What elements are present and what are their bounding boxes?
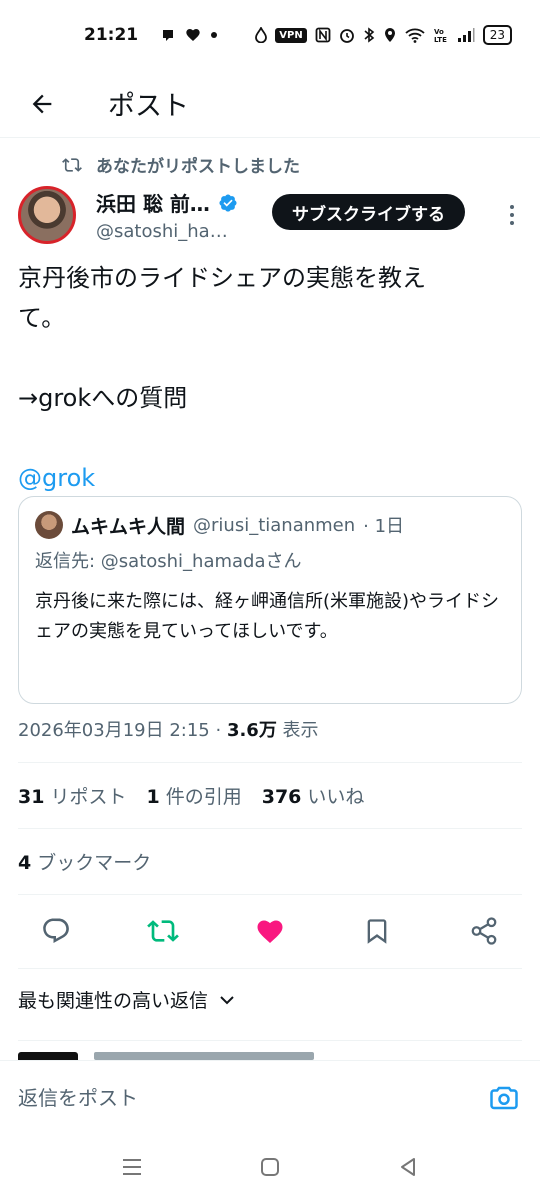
more-options-icon[interactable] [502, 200, 522, 230]
share-button[interactable] [464, 911, 504, 951]
post-line [18, 338, 518, 378]
menu-icon [123, 1159, 141, 1175]
reply-composer [0, 1060, 540, 1134]
back-button[interactable] [0, 70, 84, 138]
next-reply-header [94, 1052, 314, 1060]
repost-button[interactable] [143, 911, 183, 951]
location-icon [383, 27, 397, 43]
reply-sort-dropdown[interactable]: 最も関連性の高い返信 [18, 986, 236, 1013]
camera-icon [490, 1086, 518, 1109]
bookmark-icon [367, 919, 387, 944]
quoted-post[interactable]: ムキムキ人間 @riusi_tiananmen · 1日 返信先: @satos… [18, 496, 522, 704]
author-name[interactable]: 浜田 聡 前… [96, 188, 210, 217]
nfc-icon [315, 27, 331, 43]
home-square-icon [261, 1158, 279, 1176]
post-line: 京丹後市のライドシェアの実態を教え [18, 264, 426, 292]
status-bar: 21:21 VPN Vo LTE 23 [0, 0, 540, 70]
author-row: 浜田 聡 前… @satoshi_ha… サブスクライブする [18, 186, 524, 246]
quote-count[interactable]: 1 件の引用 [146, 782, 241, 809]
author-names[interactable]: 浜田 聡 前… @satoshi_ha… [96, 188, 238, 242]
wifi-icon [405, 27, 425, 43]
dot-icon [210, 31, 218, 39]
verified-badge-icon [219, 193, 237, 212]
drop-icon [255, 27, 268, 43]
reply-sort-label: 最も関連性の高い返信 [18, 990, 209, 1012]
repost-active-icon [147, 920, 179, 942]
system-nav-bar [0, 1134, 540, 1200]
post-line: て。 [18, 304, 66, 332]
author-handle[interactable]: @satoshi_ha… [96, 221, 238, 242]
action-bar [18, 906, 522, 956]
home-button[interactable] [255, 1152, 285, 1182]
engagement-stats: 31 リポスト 1 件の引用 376 いいね [18, 782, 364, 809]
system-back-button[interactable] [393, 1152, 423, 1182]
status-system-icons: VPN Vo LTE 23 [255, 25, 512, 45]
reply-button[interactable] [36, 911, 76, 951]
page-title: ポスト [108, 91, 189, 122]
repost-icon [62, 157, 82, 172]
share-icon [471, 917, 497, 945]
reply-icon [43, 918, 69, 943]
post-line: →grokへの質問 [18, 384, 188, 412]
repost-count[interactable]: 31 リポスト [18, 782, 126, 809]
post-line [18, 418, 518, 458]
status-notification-icons [160, 27, 255, 43]
notification-icon [160, 27, 176, 43]
post-meta: 2026年03月19日 2:15 · 3.6万 表示 [18, 716, 319, 742]
app-header: ポスト [0, 70, 540, 138]
back-triangle-icon [401, 1158, 415, 1176]
repost-context: あなたがリポストしました [62, 152, 300, 177]
mention-link[interactable]: @grok [18, 464, 95, 492]
divider [18, 828, 522, 829]
camera-button[interactable] [486, 1080, 522, 1116]
quoted-author-avatar [35, 511, 63, 539]
divider [18, 894, 522, 895]
bluetooth-icon [363, 27, 375, 43]
view-count[interactable]: 3.6万 [227, 720, 277, 741]
heart-icon [185, 27, 201, 43]
bookmark-button[interactable] [357, 911, 397, 951]
divider [18, 1040, 522, 1041]
svg-text:LTE: LTE [434, 36, 447, 43]
post-datetime: 2026年03月19日 2:15 · [18, 720, 227, 741]
view-label: 表示 [276, 720, 319, 741]
author-avatar[interactable] [18, 186, 76, 244]
bookmark-count[interactable]: 4 ブックマーク [18, 848, 151, 875]
quoted-post-time: · 1日 [363, 516, 405, 537]
post-text: 京丹後市のライドシェアの実態を教え て。 →grokへの質問 @grok [18, 258, 518, 498]
vpn-icon: VPN [275, 27, 307, 43]
recent-apps-button[interactable] [117, 1152, 147, 1182]
svg-text:Vo: Vo [434, 28, 444, 36]
reply-input[interactable] [18, 1085, 486, 1110]
quoted-post-text: 京丹後に来た際には、経ヶ岬通信所(米軍施設)やライドシェアの実態を見ていってほし… [35, 591, 500, 642]
chevron-down-icon [220, 995, 234, 1004]
battery-icon: 23 [482, 25, 512, 45]
repost-context-text: あなたがリポストしました [96, 157, 300, 177]
divider [18, 968, 522, 969]
back-arrow-icon [32, 94, 52, 113]
like-button[interactable] [250, 911, 290, 951]
subscribe-button[interactable]: サブスクライブする [272, 194, 465, 230]
status-time: 21:21 [84, 25, 139, 45]
quoted-author-name: ムキムキ人間 [71, 515, 186, 538]
quoted-reply-to: 返信先: @satoshi_hamadaさん [35, 551, 302, 572]
heart-filled-icon [257, 920, 283, 943]
quoted-author-handle: @riusi_tiananmen [193, 514, 356, 536]
like-count[interactable]: 376 いいね [262, 782, 365, 809]
volte-icon: Vo LTE [433, 27, 449, 43]
divider [18, 762, 522, 763]
signal-icon [457, 27, 475, 43]
alarm-icon [339, 27, 355, 43]
